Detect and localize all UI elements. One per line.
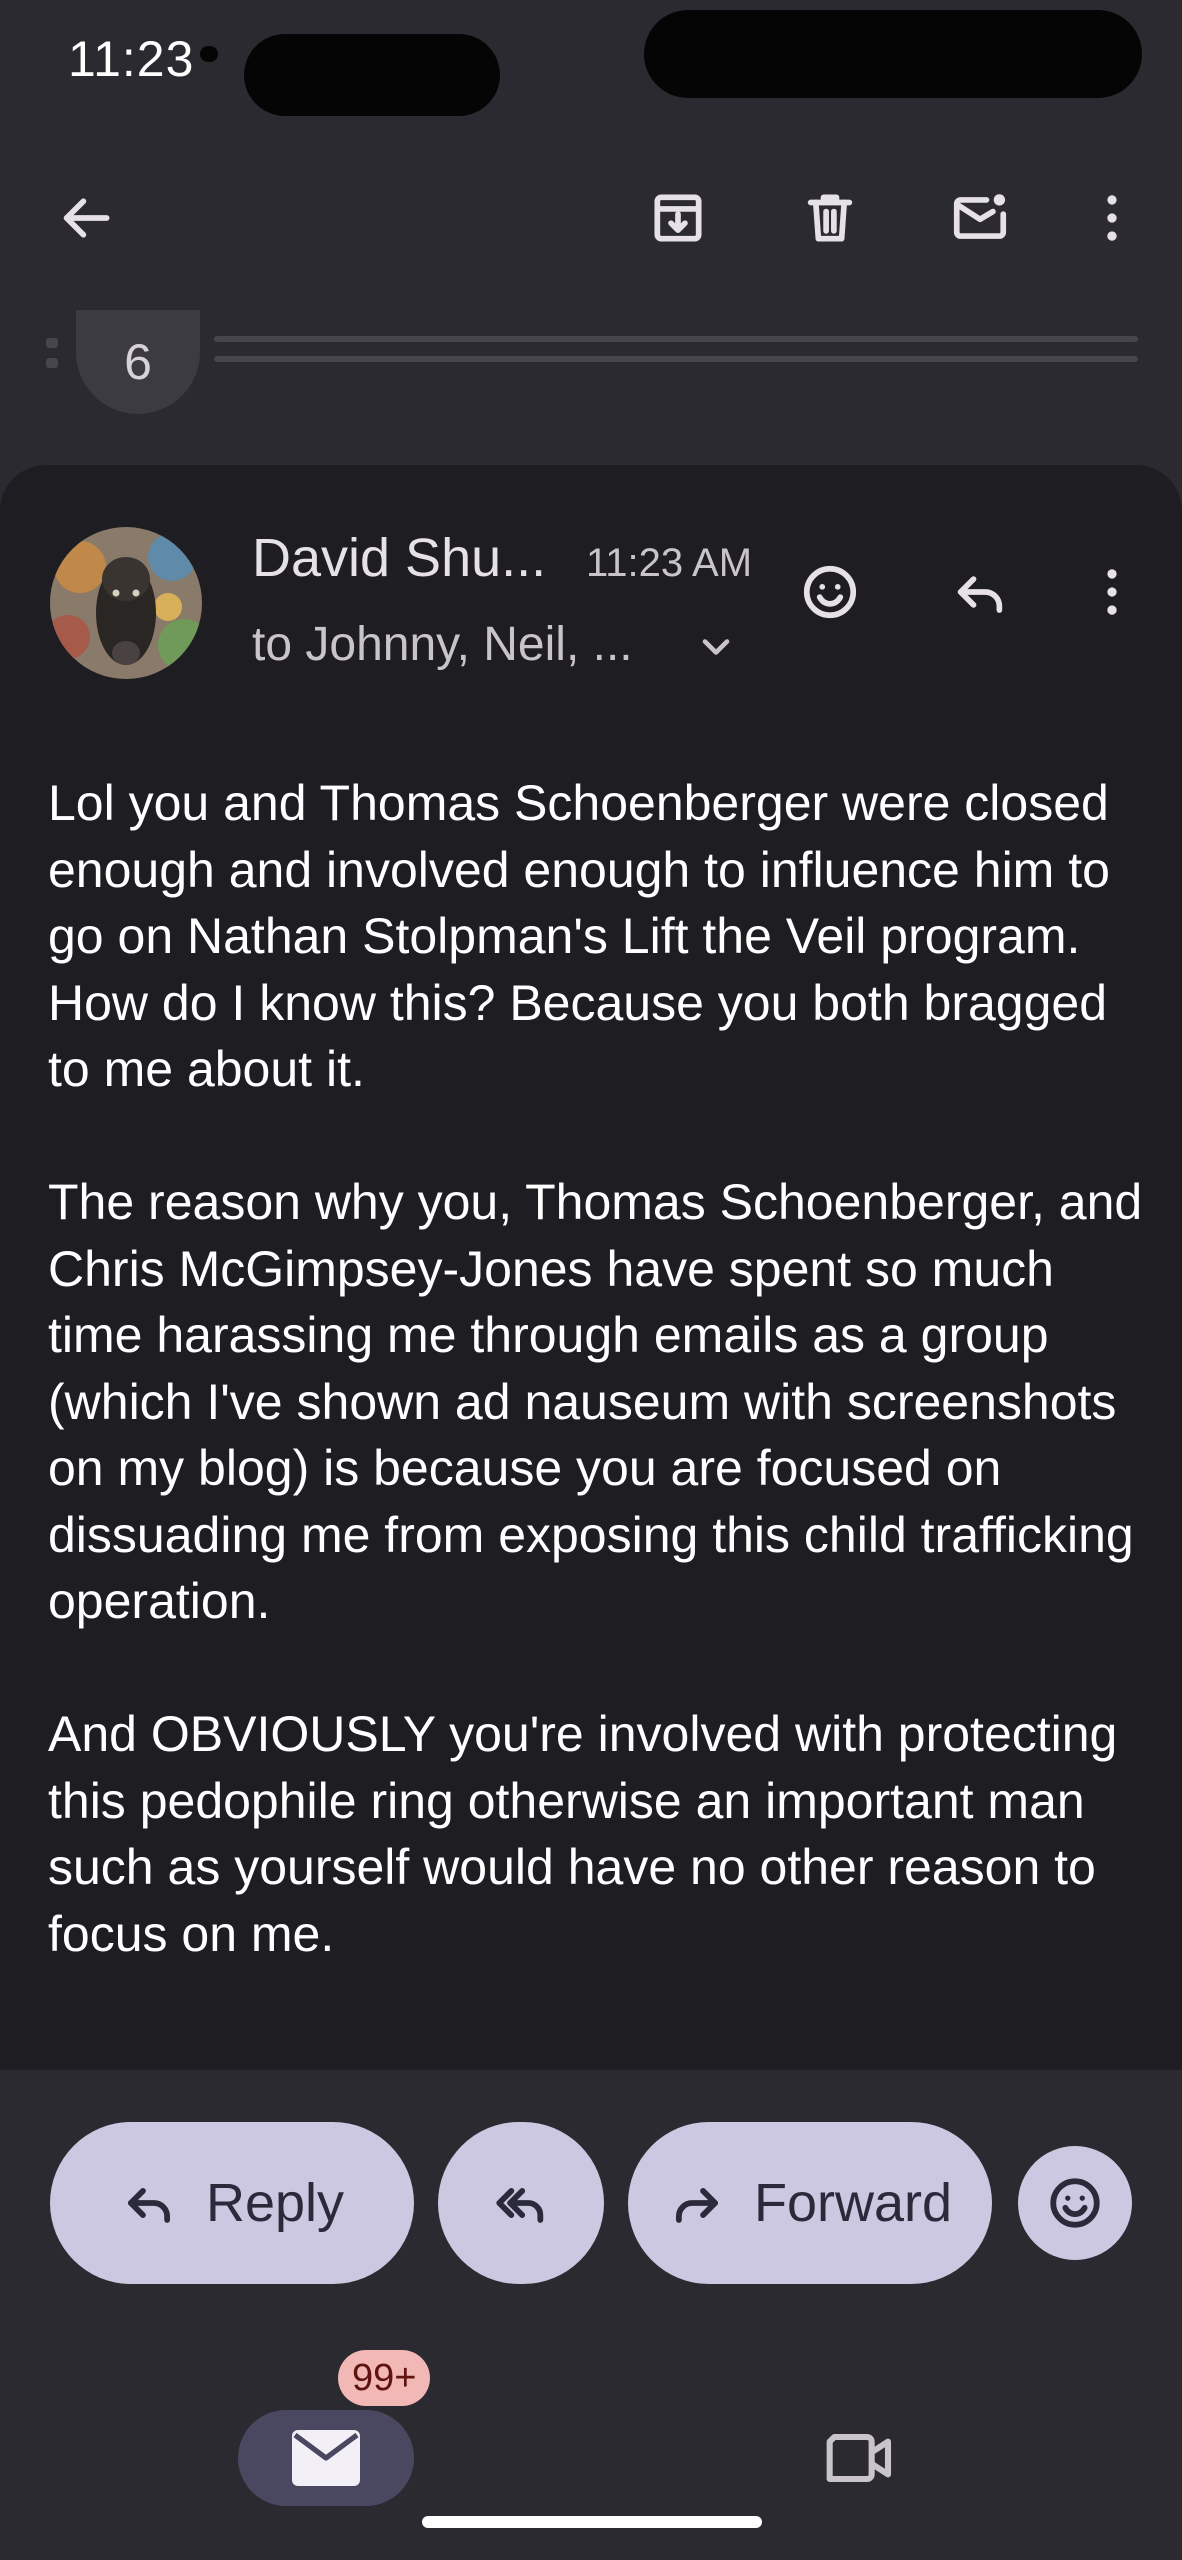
delete-icon[interactable] — [780, 168, 880, 268]
emoji-reaction-icon[interactable] — [780, 542, 880, 642]
reply-all-icon — [496, 2188, 544, 2223]
reply-icon[interactable] — [930, 542, 1030, 642]
reply-label: Reply — [205, 2173, 345, 2233]
forward-label: Forward — [753, 2173, 953, 2233]
archive-icon[interactable] — [628, 168, 728, 268]
chevron-down-icon[interactable] — [694, 625, 738, 669]
mail-icon — [292, 2430, 360, 2486]
status-bar: 11:23 — [0, 0, 1182, 120]
home-indicator[interactable] — [422, 2516, 762, 2528]
nav-mail-tab[interactable] — [238, 2410, 414, 2506]
redaction-mark — [644, 10, 1142, 98]
emoji-icon — [1050, 2178, 1100, 2228]
message-card: David Shu... 11:23 AM to Johnny, Neil, .… — [0, 465, 1182, 2070]
redaction-mark — [244, 34, 500, 116]
message-body: Lol you and Thomas Schoenberger were clo… — [48, 770, 1158, 1967]
reply-all-button[interactable] — [438, 2122, 604, 2284]
forward-button[interactable]: Forward — [628, 2122, 992, 2284]
collapsed-dash — [214, 356, 1138, 362]
mark-unread-icon[interactable] — [930, 168, 1030, 268]
unread-count-badge: 99+ — [338, 2350, 431, 2406]
collapsed-dash — [214, 336, 1138, 342]
message-action-bar: Reply Forward — [0, 2070, 1182, 2332]
meet-video-icon[interactable] — [810, 2410, 910, 2506]
collapsed-dash — [46, 358, 58, 368]
more-vert-icon[interactable] — [1062, 542, 1162, 642]
message-paragraph: Lol you and Thomas Schoenberger were clo… — [48, 775, 1110, 1097]
status-time: 11:23 — [68, 31, 195, 87]
message-time: 11:23 AM — [586, 541, 753, 585]
reply-icon — [127, 2188, 170, 2223]
message-paragraph: And OBVIOUSLY you're involved with prote… — [48, 1706, 1118, 1962]
avatar[interactable] — [50, 527, 202, 679]
forward-icon — [675, 2188, 718, 2223]
more-vert-icon[interactable] — [1062, 168, 1162, 268]
sender-name[interactable]: David Shu... — [252, 527, 546, 589]
message-paragraph: The reason why you, Thomas Schoenberger,… — [48, 1174, 1143, 1629]
recipients[interactable]: to Johnny, Neil, ... — [252, 617, 633, 672]
collapsed-dash — [46, 338, 58, 348]
redaction-mark — [200, 46, 218, 62]
top-app-bar — [0, 120, 1182, 320]
collapsed-messages[interactable]: 6 — [0, 310, 1182, 450]
react-button[interactable] — [1018, 2146, 1132, 2260]
collapsed-count-badge[interactable]: 6 — [76, 310, 200, 414]
back-arrow-icon[interactable] — [36, 168, 136, 268]
reply-button[interactable]: Reply — [50, 2122, 414, 2284]
